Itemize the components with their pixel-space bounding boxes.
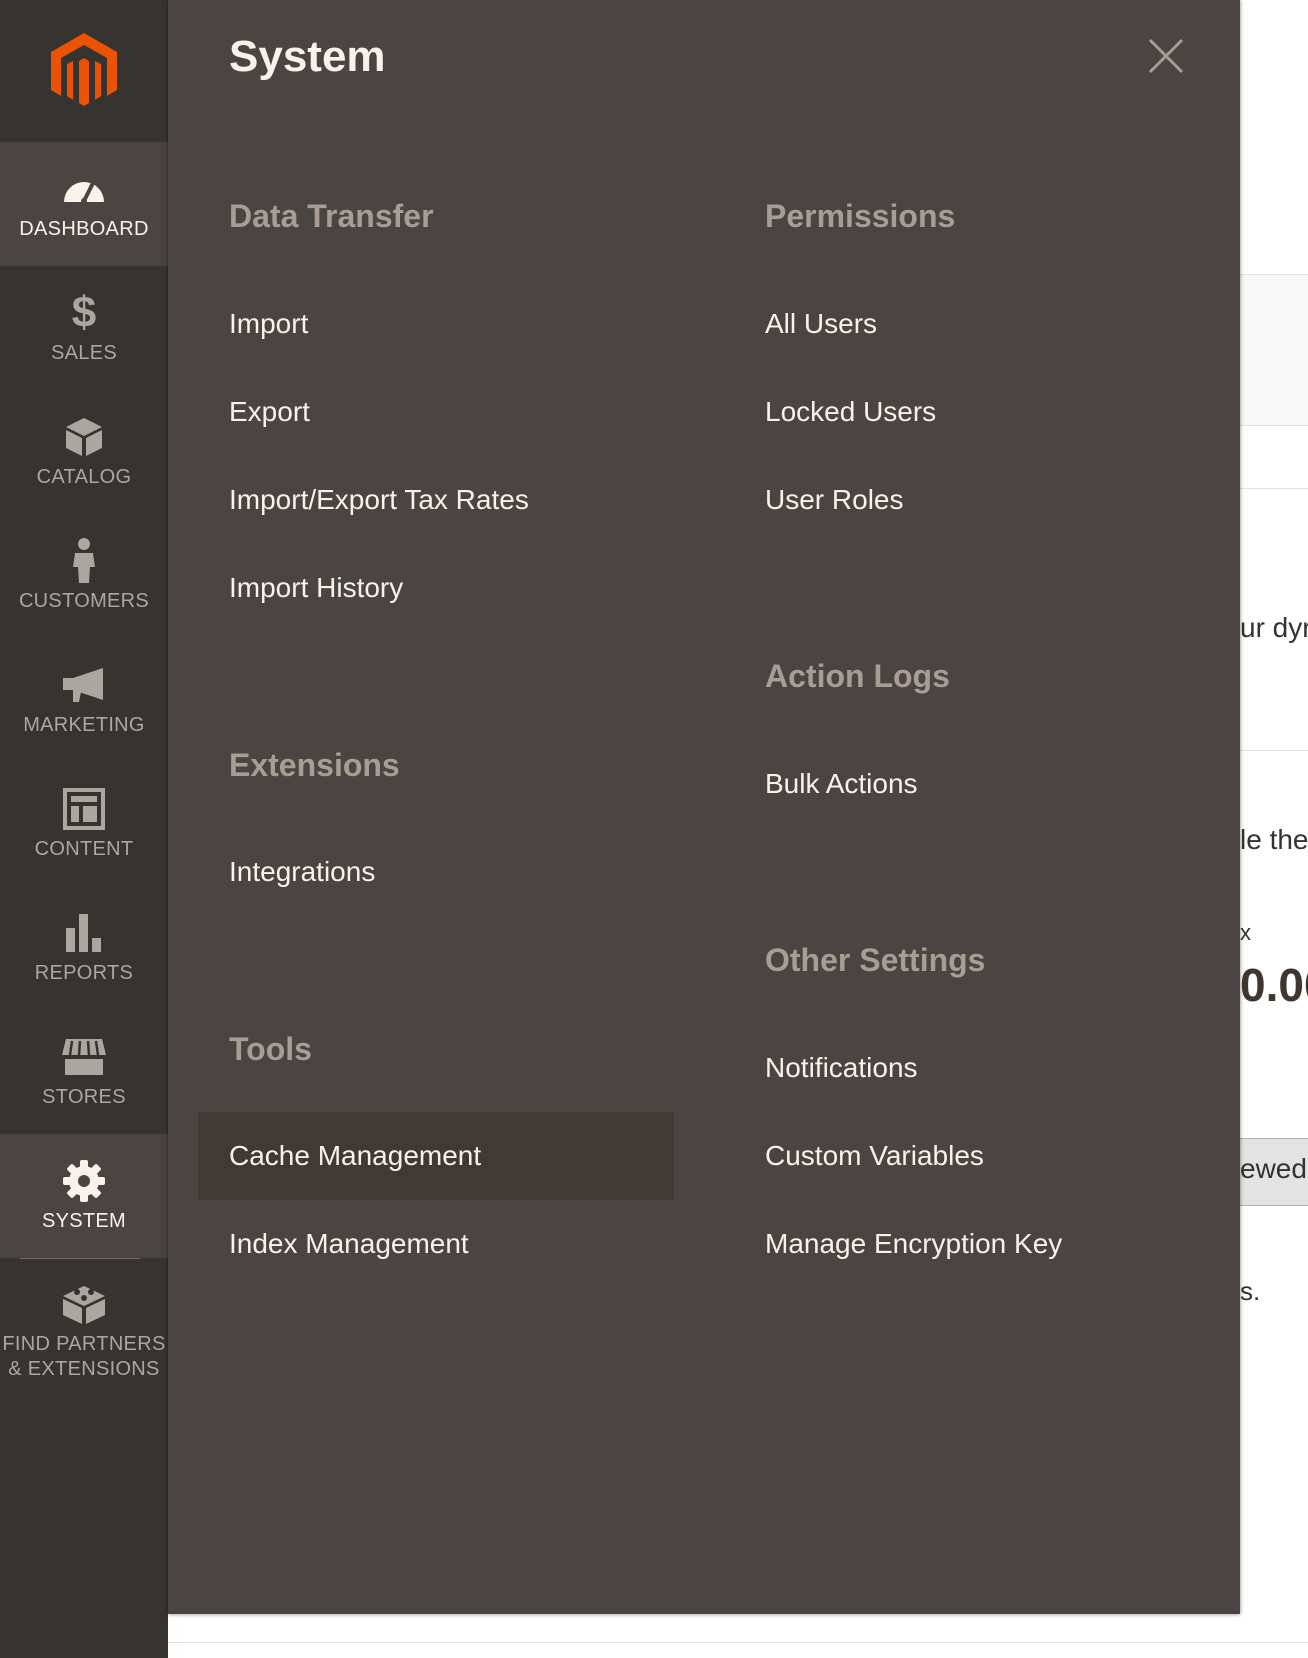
background-divider [1240, 488, 1308, 489]
menu-item-custom-variables[interactable]: Custom Variables [734, 1112, 1210, 1200]
sidebar-divider [20, 1258, 140, 1259]
sidebar-item-stores[interactable]: STORES [0, 1010, 168, 1134]
sidebar-item-label: DASHBOARD [19, 217, 149, 240]
section-title-extensions: Extensions [229, 747, 400, 783]
sidebar-item-customers[interactable]: CUSTOMERS [0, 514, 168, 638]
sidebar-item-reports[interactable]: REPORTS [0, 886, 168, 1010]
menu-item-export[interactable]: Export [198, 368, 674, 456]
section-title-tools: Tools [229, 1031, 312, 1067]
system-flyout-menu: System Data Transfer Import Export Impor… [168, 0, 1240, 1614]
menu-item-import-export-tax-rates[interactable]: Import/Export Tax Rates [198, 456, 674, 544]
close-icon[interactable] [1144, 34, 1188, 78]
menu-item-user-roles[interactable]: User Roles [734, 456, 1210, 544]
background-panel [1240, 274, 1308, 426]
background-text: s. [1240, 1276, 1261, 1306]
section-title-permissions: Permissions [765, 198, 956, 234]
menu-item-integrations[interactable]: Integrations [198, 828, 674, 916]
dollar-icon: $ [71, 287, 97, 337]
person-icon [60, 537, 108, 583]
box-icon [60, 415, 108, 459]
sidebar-item-label: STORES [42, 1085, 126, 1108]
menu-item-index-management[interactable]: Index Management [198, 1200, 674, 1288]
background-text: ur dyr [1240, 612, 1308, 643]
sidebar-item-label: CATALOG [36, 465, 132, 488]
megaphone-icon [60, 663, 108, 707]
section-title-data-transfer: Data Transfer [229, 198, 434, 234]
menu-item-bulk-actions[interactable]: Bulk Actions [734, 740, 1210, 828]
sidebar-item-find-partners[interactable]: FIND PARTNERS & EXTENSIONS [0, 1262, 168, 1402]
gear-icon [60, 1159, 108, 1203]
sidebar-item-label: REPORTS [34, 961, 134, 984]
speedometer-icon [60, 167, 108, 211]
background-divider [1240, 750, 1308, 751]
sidebar-item-marketing[interactable]: MARKETING [0, 638, 168, 762]
blocks-icon [60, 1282, 108, 1326]
sidebar-item-label: SYSTEM [41, 1209, 127, 1232]
sidebar-item-catalog[interactable]: CATALOG [0, 390, 168, 514]
menu-item-notifications[interactable]: Notifications [734, 1024, 1210, 1112]
section-title-action-logs: Action Logs [765, 658, 950, 694]
menu-item-locked-users[interactable]: Locked Users [734, 368, 1210, 456]
sidebar-item-sales[interactable]: $ SALES [0, 266, 168, 390]
background-text: x [1240, 920, 1251, 945]
menu-item-all-users[interactable]: All Users [734, 280, 1210, 368]
sidebar-item-content[interactable]: CONTENT [0, 762, 168, 886]
background-divider [168, 1642, 1308, 1643]
menu-item-manage-encryption-key[interactable]: Manage Encryption Key [734, 1200, 1210, 1288]
menu-item-cache-management[interactable]: Cache Management [198, 1112, 674, 1200]
sidebar-item-label: FIND PARTNERS & EXTENSIONS [2, 1333, 166, 1380]
background-button[interactable]: ewed [1240, 1138, 1308, 1206]
flyout-title: System [229, 32, 386, 81]
background-button-label: ewed [1240, 1153, 1307, 1184]
sidebar-item-dashboard[interactable]: DASHBOARD [0, 142, 168, 266]
background-value: 0.00 [1240, 959, 1308, 1011]
sidebar-item-label: MARKETING [23, 713, 145, 736]
section-title-other-settings: Other Settings [765, 942, 986, 978]
bar-chart-icon [60, 911, 108, 955]
background-text: le the [1240, 824, 1308, 855]
admin-sidebar: DASHBOARD $ SALES CATALOG CUSTOMERS MARK… [0, 0, 168, 1658]
sidebar-item-system[interactable]: SYSTEM [0, 1134, 168, 1258]
layout-icon [60, 787, 108, 831]
menu-item-import-history[interactable]: Import History [198, 544, 674, 632]
storefront-icon [60, 1035, 108, 1079]
magento-logo-icon[interactable] [0, 0, 168, 142]
menu-item-import[interactable]: Import [198, 280, 674, 368]
sidebar-item-label: SALES [51, 341, 117, 364]
sidebar-item-label: CONTENT [34, 837, 134, 860]
sidebar-item-label: CUSTOMERS [18, 589, 150, 612]
